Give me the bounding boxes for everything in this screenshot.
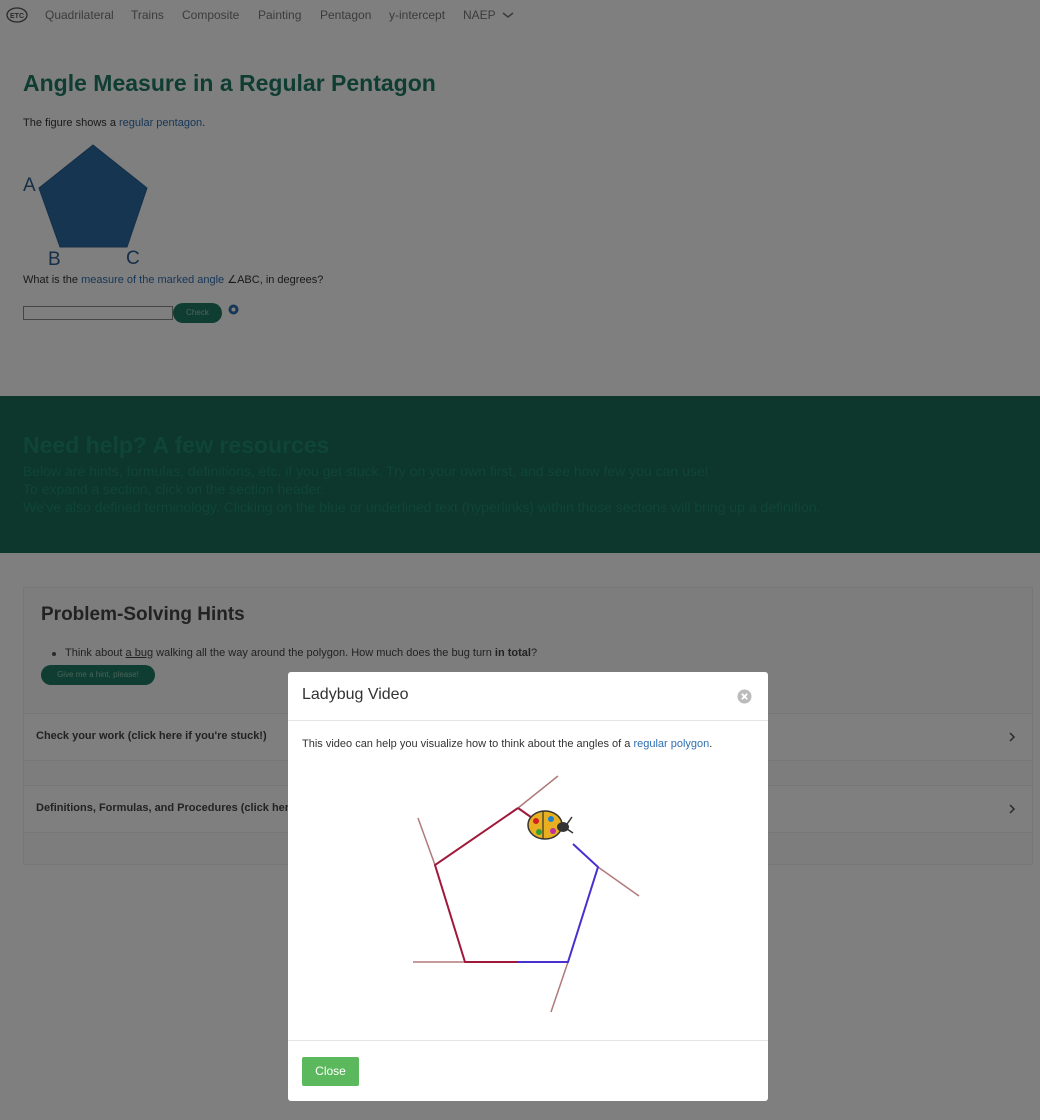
ladybug-video-modal: Ladybug Video This video can help you vi… <box>288 672 768 1101</box>
modal-title: Ladybug Video <box>302 686 409 703</box>
regular-polygon-link[interactable]: regular polygon <box>633 738 709 750</box>
ladybug-video[interactable] <box>408 772 648 1017</box>
ladybug-icon <box>527 810 574 840</box>
modal-text-suffix: . <box>709 738 713 750</box>
modal-text: This video can help you visualize how to… <box>302 738 712 750</box>
close-button[interactable]: Close <box>302 1057 359 1086</box>
modal-footer: Close <box>288 1040 768 1101</box>
modal-header: Ladybug Video <box>288 672 768 721</box>
close-icon[interactable] <box>737 689 752 704</box>
modal-text-prefix: This video can help you visualize how to… <box>302 738 634 750</box>
